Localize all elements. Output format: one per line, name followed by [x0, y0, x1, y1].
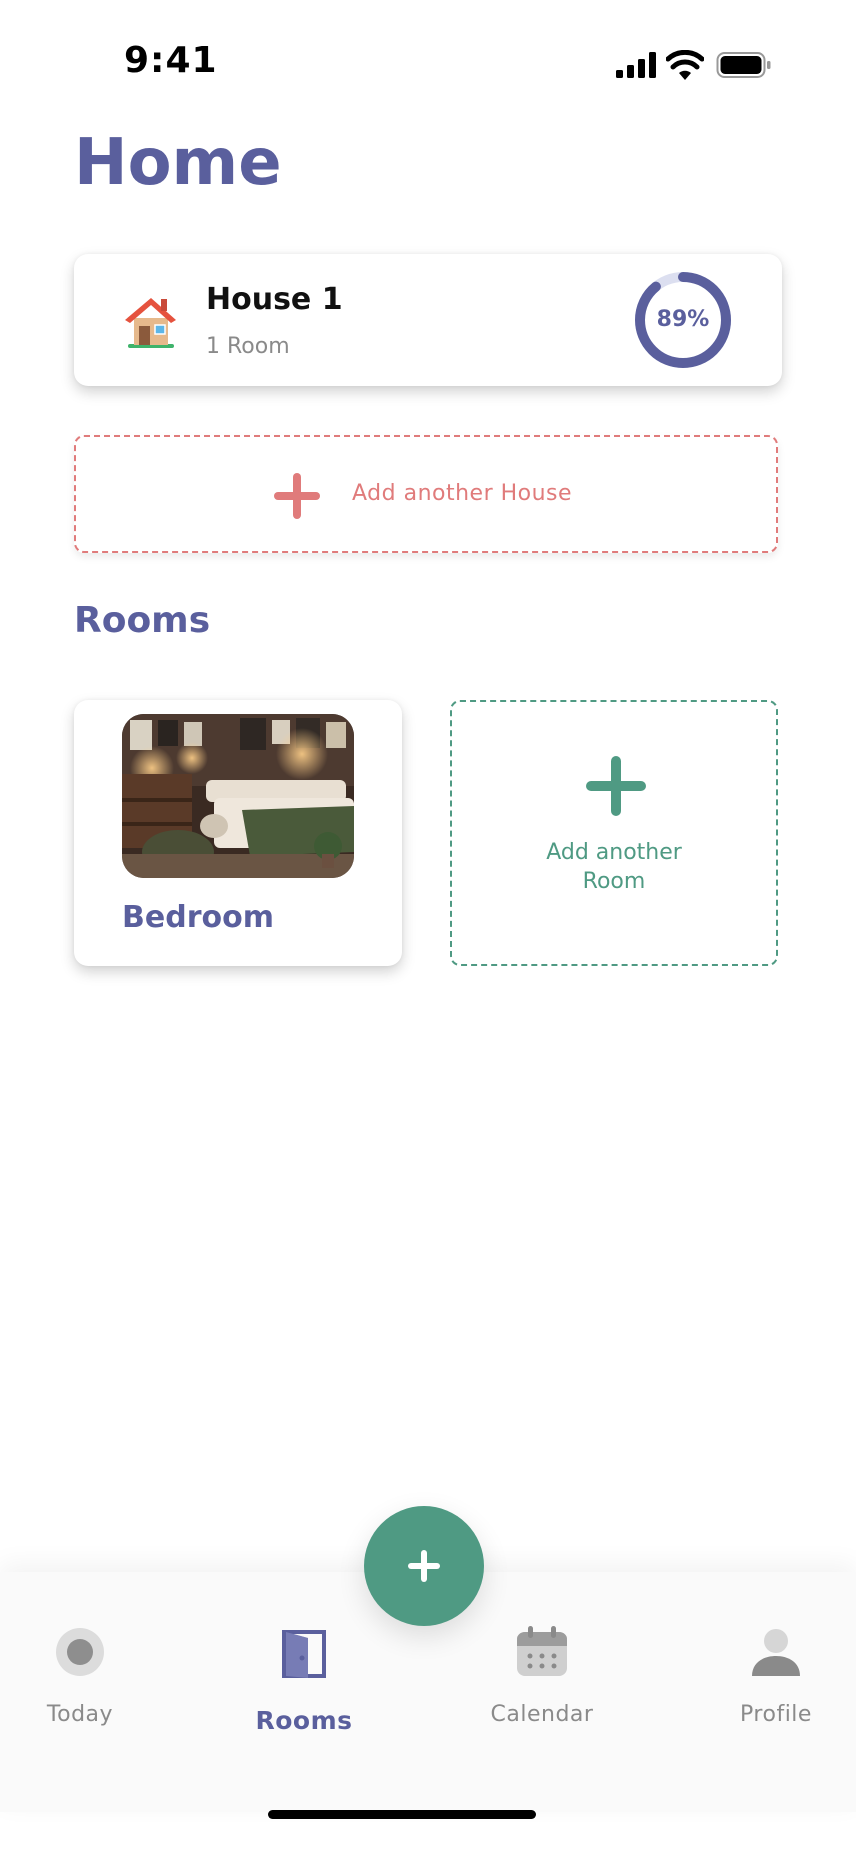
calendar-icon: [517, 1626, 567, 1676]
status-bar: 9:41: [0, 0, 856, 130]
room-name: Bedroom: [122, 900, 274, 935]
battery-icon: [716, 52, 771, 78]
progress-label: 89%: [656, 307, 710, 332]
house-icon: [125, 298, 176, 348]
add-room-label: Add another Room: [546, 840, 682, 894]
tab-label-profile: Profile: [740, 1702, 812, 1727]
status-time: 9:41: [124, 40, 218, 81]
today-icon: [56, 1628, 104, 1676]
house-room-count: 1 Room: [206, 334, 290, 359]
signal-icon: [616, 52, 656, 78]
house-name: House 1: [206, 282, 343, 317]
add-room-button[interactable]: Add another Room: [450, 700, 778, 966]
tab-profile[interactable]: Profile: [696, 1572, 856, 1772]
home-indicator: [268, 1810, 536, 1819]
add-house-button[interactable]: Add another House: [74, 435, 778, 553]
tab-calendar[interactable]: Calendar: [462, 1572, 622, 1772]
wifi-icon: [666, 50, 704, 80]
house-card[interactable]: House 1 1 Room 89%: [74, 254, 782, 386]
add-house-label: Add another House: [352, 481, 573, 506]
plus-icon: [408, 1550, 440, 1582]
plus-icon: [274, 473, 320, 519]
page-title: Home: [74, 126, 282, 200]
profile-icon: [752, 1629, 800, 1676]
tab-label-calendar: Calendar: [490, 1702, 594, 1727]
tab-today[interactable]: Today: [0, 1572, 160, 1772]
plus-icon: [586, 756, 646, 816]
tab-label-today: Today: [46, 1702, 114, 1727]
add-fab-button[interactable]: [364, 1506, 484, 1626]
tab-label-rooms: Rooms: [255, 1706, 353, 1735]
rooms-section-title: Rooms: [74, 600, 211, 641]
door-icon: [282, 1630, 326, 1678]
tab-rooms[interactable]: Rooms: [224, 1572, 384, 1772]
bedroom-photo: [122, 714, 354, 878]
room-card-bedroom[interactable]: Bedroom: [74, 700, 402, 966]
